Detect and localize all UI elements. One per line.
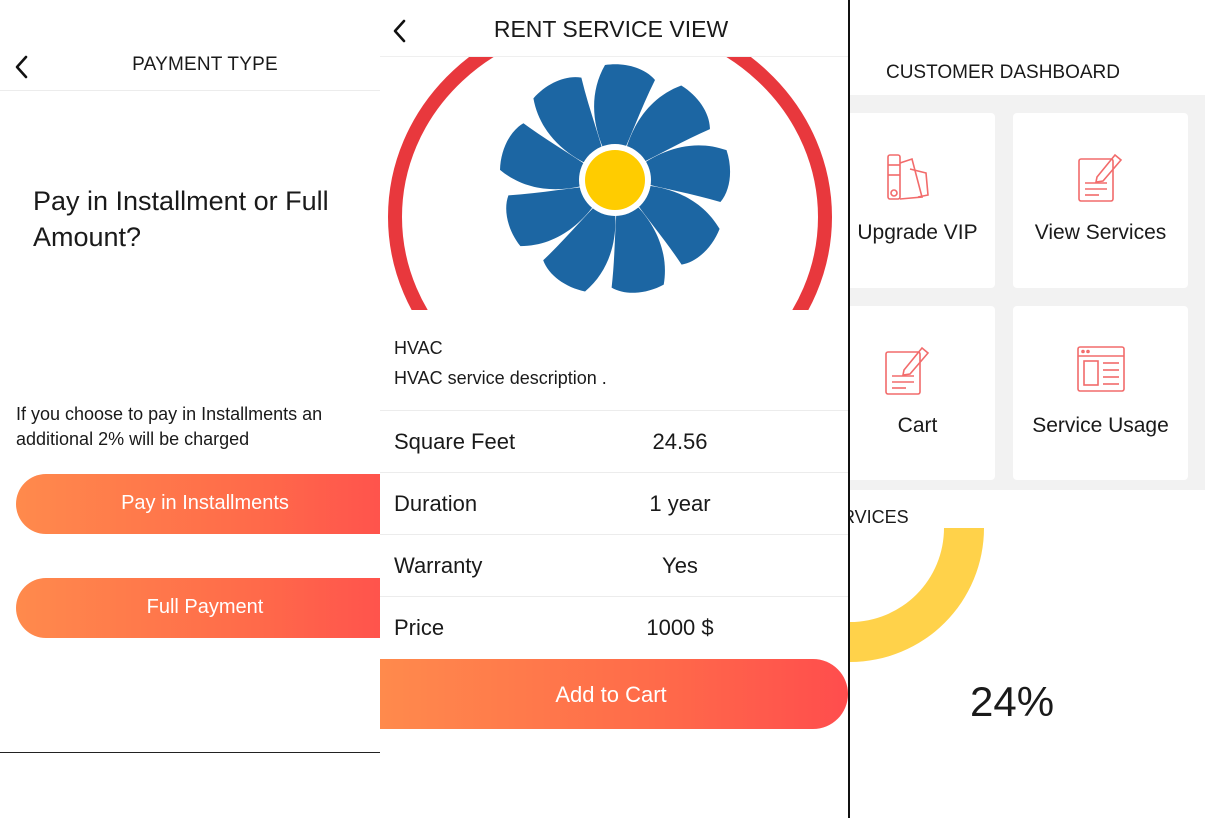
payment-type-header — [0, 0, 380, 91]
palette-icon — [887, 154, 929, 200]
edit-document-icon — [1078, 153, 1123, 202]
full-payment-button[interactable]: Full Payment — [16, 578, 380, 638]
service-name: HVAC — [394, 338, 443, 358]
detail-value: Yes — [662, 553, 698, 578]
cart-card[interactable]: Cart — [850, 306, 995, 480]
rent-service-screen: RENT SERVICE VIEW HVAC HVAC service desc… — [380, 0, 848, 818]
service-description: HVAC service description . — [394, 368, 607, 388]
full-payment-label: Full Payment — [146, 596, 264, 618]
detail-label: Price — [394, 615, 445, 640]
detail-row-square-feet: Square Feet 24.56 — [380, 410, 848, 473]
pay-in-installments-label: Pay in Installments — [121, 492, 289, 514]
usage-donut-arc — [850, 528, 984, 662]
page-title: RENT SERVICE VIEW — [493, 16, 729, 42]
detail-label: Warranty — [394, 553, 483, 578]
divider — [0, 752, 380, 753]
layout-icon — [1077, 346, 1125, 392]
installment-note: If you choose to pay in Installments an … — [16, 404, 323, 449]
services-section-label: RVICES — [850, 507, 909, 527]
upgrade-vip-card[interactable]: Upgrade VIP — [850, 113, 995, 288]
payment-type-screen: PAYMENT TYPE Pay in Installment or Full … — [0, 0, 380, 818]
hvac-fan-icon — [388, 57, 832, 310]
service-image — [380, 57, 848, 310]
detail-value: 1 year — [649, 491, 711, 516]
payment-question: Pay in Installment or Full Amount? — [33, 186, 329, 252]
pay-in-installments-button[interactable]: Pay in Installments — [16, 474, 380, 534]
service-usage-card[interactable]: Service Usage — [1013, 306, 1188, 480]
card-label: View Services — [1034, 221, 1167, 244]
card-label: Upgrade VIP — [857, 221, 978, 244]
detail-row-price: Price 1000 $ — [380, 596, 848, 659]
card-label: Cart — [897, 414, 938, 437]
detail-value: 24.56 — [652, 429, 708, 454]
detail-label: Square Feet — [394, 429, 516, 454]
detail-row-duration: Duration 1 year — [380, 472, 848, 535]
customer-dashboard-screen: CUSTOMER DASHBOARD Upgrade VIP View Serv… — [850, 0, 1205, 818]
view-services-card[interactable]: View Services — [1013, 113, 1188, 288]
usage-donut-chart — [850, 528, 990, 678]
add-to-cart-button[interactable]: Add to Cart — [380, 659, 848, 729]
add-to-cart-label: Add to Cart — [555, 682, 667, 707]
page-title: CUSTOMER DASHBOARD — [885, 62, 1120, 83]
page-title: PAYMENT TYPE — [132, 54, 278, 75]
detail-label: Duration — [394, 491, 478, 516]
detail-row-warranty: Warranty Yes — [380, 534, 848, 597]
card-label: Service Usage — [1032, 414, 1169, 437]
edit-document-icon — [885, 346, 930, 395]
detail-value: 1000 $ — [646, 615, 714, 640]
usage-percent: 24% — [970, 678, 1055, 725]
